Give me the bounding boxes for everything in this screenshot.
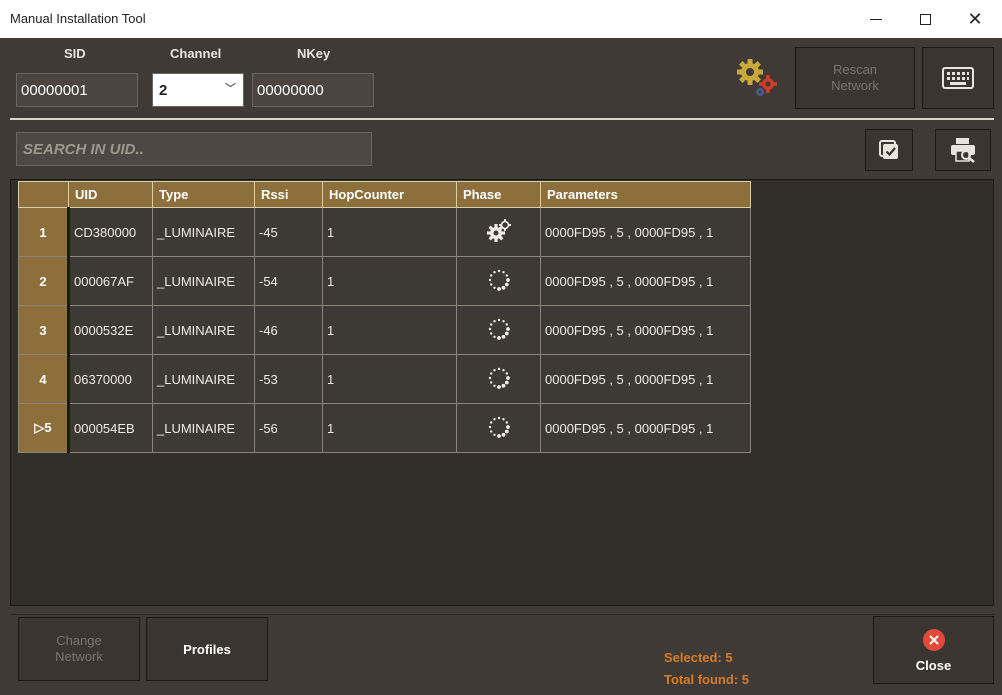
phase-cell (456, 305, 541, 355)
maximize-button[interactable] (905, 4, 945, 34)
uid-cell: 0000532E (68, 305, 153, 355)
title-bar: Manual Installation Tool ✕ (0, 0, 1002, 38)
window-close-button[interactable]: ✕ (955, 4, 995, 34)
hop-cell: 1 (322, 305, 457, 355)
gears-icon (486, 218, 511, 242)
column-header-phase[interactable]: Phase (456, 181, 541, 208)
keyboard-icon (942, 67, 974, 89)
row-number[interactable]: 4 (18, 354, 70, 404)
select-all-button[interactable] (865, 129, 913, 171)
loading-dots-icon (487, 367, 511, 393)
change-label-line1: Change (56, 633, 102, 648)
table-row[interactable]: ▷5 000054EB _LUMINAIRE -56 1 0000FD95 , … (18, 403, 751, 453)
row-number[interactable]: ▷5 (18, 403, 70, 453)
table-row[interactable]: 3 0000532E _LUMINAIRE -46 1 0000FD95 , 5… (18, 305, 751, 355)
rescan-network-button[interactable]: Rescan Network (795, 47, 915, 109)
parameters-cell: 0000FD95 , 5 , 0000FD95 , 1 (540, 207, 751, 257)
nkey-label: NKey (297, 46, 331, 61)
app-body: SID 00000001 Channel 2 ﹀ NKey 00000000 R… (0, 38, 1002, 695)
rescan-label-line2: Network (831, 78, 879, 93)
minimize-button[interactable] (856, 4, 896, 34)
rescan-label-line1: Rescan (832, 62, 878, 77)
results-table: UID Type Rssi HopCounter Phase Parameter… (18, 181, 751, 453)
settings-gears-icon[interactable] (734, 56, 790, 102)
parameters-cell: 0000FD95 , 5 , 0000FD95 , 1 (540, 354, 751, 404)
table-header-row: UID Type Rssi HopCounter Phase Parameter… (18, 181, 751, 208)
hop-cell: 1 (322, 403, 457, 453)
close-button[interactable]: Close (873, 616, 994, 684)
rssi-cell: -54 (254, 256, 323, 306)
column-header-rssi[interactable]: Rssi (254, 181, 323, 208)
uid-cell: CD380000 (68, 207, 153, 257)
type-cell: _LUMINAIRE (152, 354, 255, 404)
checkbox-stack-icon (879, 140, 898, 159)
change-network-button[interactable]: Change Network (18, 617, 140, 681)
selected-count: Selected: 5 (664, 650, 733, 665)
phase-cell (456, 256, 541, 306)
print-preview-icon (951, 138, 975, 163)
table-row[interactable]: 1 CD380000 _LUMINAIRE -45 1 0000FD95 , 5… (18, 207, 751, 257)
loading-dots-icon (487, 318, 511, 344)
sid-label: SID (64, 46, 86, 61)
header-divider (10, 118, 994, 120)
loading-dots-icon (487, 269, 511, 295)
profiles-button[interactable]: Profiles (146, 617, 268, 681)
type-cell: _LUMINAIRE (152, 207, 255, 257)
footer-divider (10, 614, 994, 615)
column-header-uid[interactable]: UID (68, 181, 153, 208)
phase-cell (456, 403, 541, 453)
close-circle-icon (922, 628, 945, 651)
table-row[interactable]: 2 000067AF _LUMINAIRE -54 1 0000FD95 , 5… (18, 256, 751, 306)
parameters-cell: 0000FD95 , 5 , 0000FD95 , 1 (540, 305, 751, 355)
nkey-field[interactable]: 00000000 (252, 73, 374, 107)
search-uid-input[interactable]: SEARCH IN UID.. (16, 132, 372, 166)
total-found-count: Total found: 5 (664, 672, 749, 687)
type-cell: _LUMINAIRE (152, 305, 255, 355)
type-cell: _LUMINAIRE (152, 256, 255, 306)
column-header-type[interactable]: Type (152, 181, 255, 208)
column-header-hopcounter[interactable]: HopCounter (322, 181, 457, 208)
change-label-line2: Network (55, 649, 103, 664)
column-header-parameters[interactable]: Parameters (540, 181, 751, 208)
sid-field[interactable]: 00000001 (16, 73, 138, 107)
row-number[interactable]: 1 (18, 207, 70, 257)
channel-value: 2 (159, 81, 168, 99)
hop-cell: 1 (322, 256, 457, 306)
table-row[interactable]: 4 06370000 _LUMINAIRE -53 1 0000FD95 , 5… (18, 354, 751, 404)
minimize-icon (870, 18, 882, 20)
chevron-down-icon: ﹀ (225, 83, 236, 95)
window-title: Manual Installation Tool (10, 11, 146, 26)
rssi-cell: -56 (254, 403, 323, 453)
close-icon: ✕ (967, 9, 983, 29)
uid-cell: 000054EB (68, 403, 153, 453)
parameters-cell: 0000FD95 , 5 , 0000FD95 , 1 (540, 256, 751, 306)
loading-dots-icon (487, 416, 511, 442)
hop-cell: 1 (322, 207, 457, 257)
hop-cell: 1 (322, 354, 457, 404)
rssi-cell: -53 (254, 354, 323, 404)
header-corner-cell[interactable] (18, 181, 69, 208)
phase-cell (456, 354, 541, 404)
uid-cell: 000067AF (68, 256, 153, 306)
close-label: Close (915, 657, 952, 673)
channel-label: Channel (170, 46, 222, 61)
maximize-icon (919, 13, 931, 25)
channel-select[interactable]: 2 ﹀ (152, 73, 244, 107)
rssi-cell: -46 (254, 305, 323, 355)
rssi-cell: -45 (254, 207, 323, 257)
type-cell: _LUMINAIRE (152, 403, 255, 453)
keyboard-button[interactable] (922, 47, 994, 109)
parameters-cell: 0000FD95 , 5 , 0000FD95 , 1 (540, 403, 751, 453)
print-preview-button[interactable] (935, 129, 991, 171)
uid-cell: 06370000 (68, 354, 153, 404)
row-number[interactable]: 2 (18, 256, 70, 306)
row-number[interactable]: 3 (18, 305, 70, 355)
phase-cell (456, 207, 541, 257)
profiles-label: Profiles (183, 641, 231, 657)
